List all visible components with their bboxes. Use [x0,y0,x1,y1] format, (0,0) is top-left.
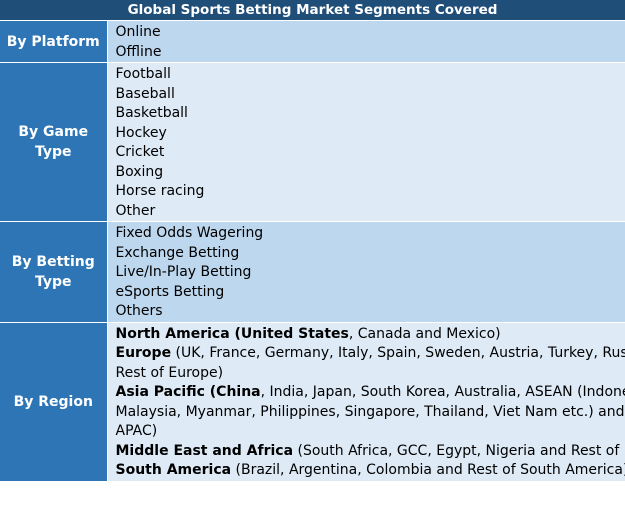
list-item: Hockey [115,124,167,141]
region-detail: Malaysia, Myanmar, Philippines, Singapor… [115,403,625,420]
region-items: North America (United States, Canada and… [107,321,625,481]
game-type-row: By Game Type Football Baseball Basketbal… [0,62,625,222]
segments-table: Global Sports Betting Market Segments Co… [0,0,625,481]
betting-type-items: Fixed Odds Wagering Exchange Betting Liv… [107,221,625,322]
region-line: Asia Pacific (China, India, Japan, South… [116,383,625,403]
region-label: By Region [0,321,108,481]
region-name: Asia Pacific (China [115,384,261,400]
region-line: Middle East and Africa (South Africa, GC… [116,442,625,462]
region-detail: (UK, France, Germany, Italy, Spain, Swed… [175,345,625,361]
list-item: Boxing [115,163,164,180]
region-detail: (Brazil, Argentina, Colombia and Rest of… [231,462,625,478]
list-item: Horse racing [115,183,205,199]
list-item: Football [115,66,171,82]
platform-row: By Platform Online Offline [0,20,625,63]
region-detail: Rest of Europe) [115,364,224,381]
list-item: Cricket [115,144,165,160]
region-detail: , India, Japan, South Korea, Australia, … [260,384,625,400]
list-item: Baseball [115,85,175,102]
list-item: Basketball [115,105,188,121]
region-line: South America (Brazil, Argentina, Colomb… [116,461,625,481]
region-detail: (South Africa, GCC, Egypt, Nigeria and R… [297,442,625,459]
region-detail: , Canada and Mexico) [348,325,501,342]
region-line: North America (United States, Canada and… [116,325,625,345]
region-name: Middle East and Africa [115,442,294,459]
list-item: Fixed Odds Wagering [115,225,264,241]
region-name: North America (United States [115,325,349,342]
region-line: Rest of Europe) [116,364,625,384]
region-line: Malaysia, Myanmar, Philippines, Singapor… [116,403,625,423]
region-name: Europe [115,345,172,361]
list-item: Live/In-Play Betting [115,264,252,280]
region-line: APAC) [116,422,625,442]
region-line: Europe (UK, France, Germany, Italy, Spai… [116,344,625,364]
list-item: Others [115,303,163,319]
region-detail: APAC) [115,423,158,439]
list-item: eSports Betting [115,283,225,300]
game-type-label: By Game Type [0,62,108,222]
list-item: Other [115,202,156,219]
betting-type-row: By Betting Type Fixed Odds Wagering Exch… [0,221,625,322]
list-item: Online [115,24,161,40]
table-title: Global Sports Betting Market Segments Co… [0,0,625,21]
game-type-items: Football Baseball Basketball Hockey Cric… [107,62,625,222]
title-row: Global Sports Betting Market Segments Co… [0,0,625,21]
betting-type-label: By Betting Type [0,221,108,322]
region-row: By Region North America (United States, … [0,321,625,481]
platform-label: By Platform [0,20,108,63]
region-name: South America [115,462,232,478]
list-item: Offline [115,43,162,60]
platform-items: Online Offline [107,20,625,63]
list-item: Exchange Betting [115,244,240,261]
